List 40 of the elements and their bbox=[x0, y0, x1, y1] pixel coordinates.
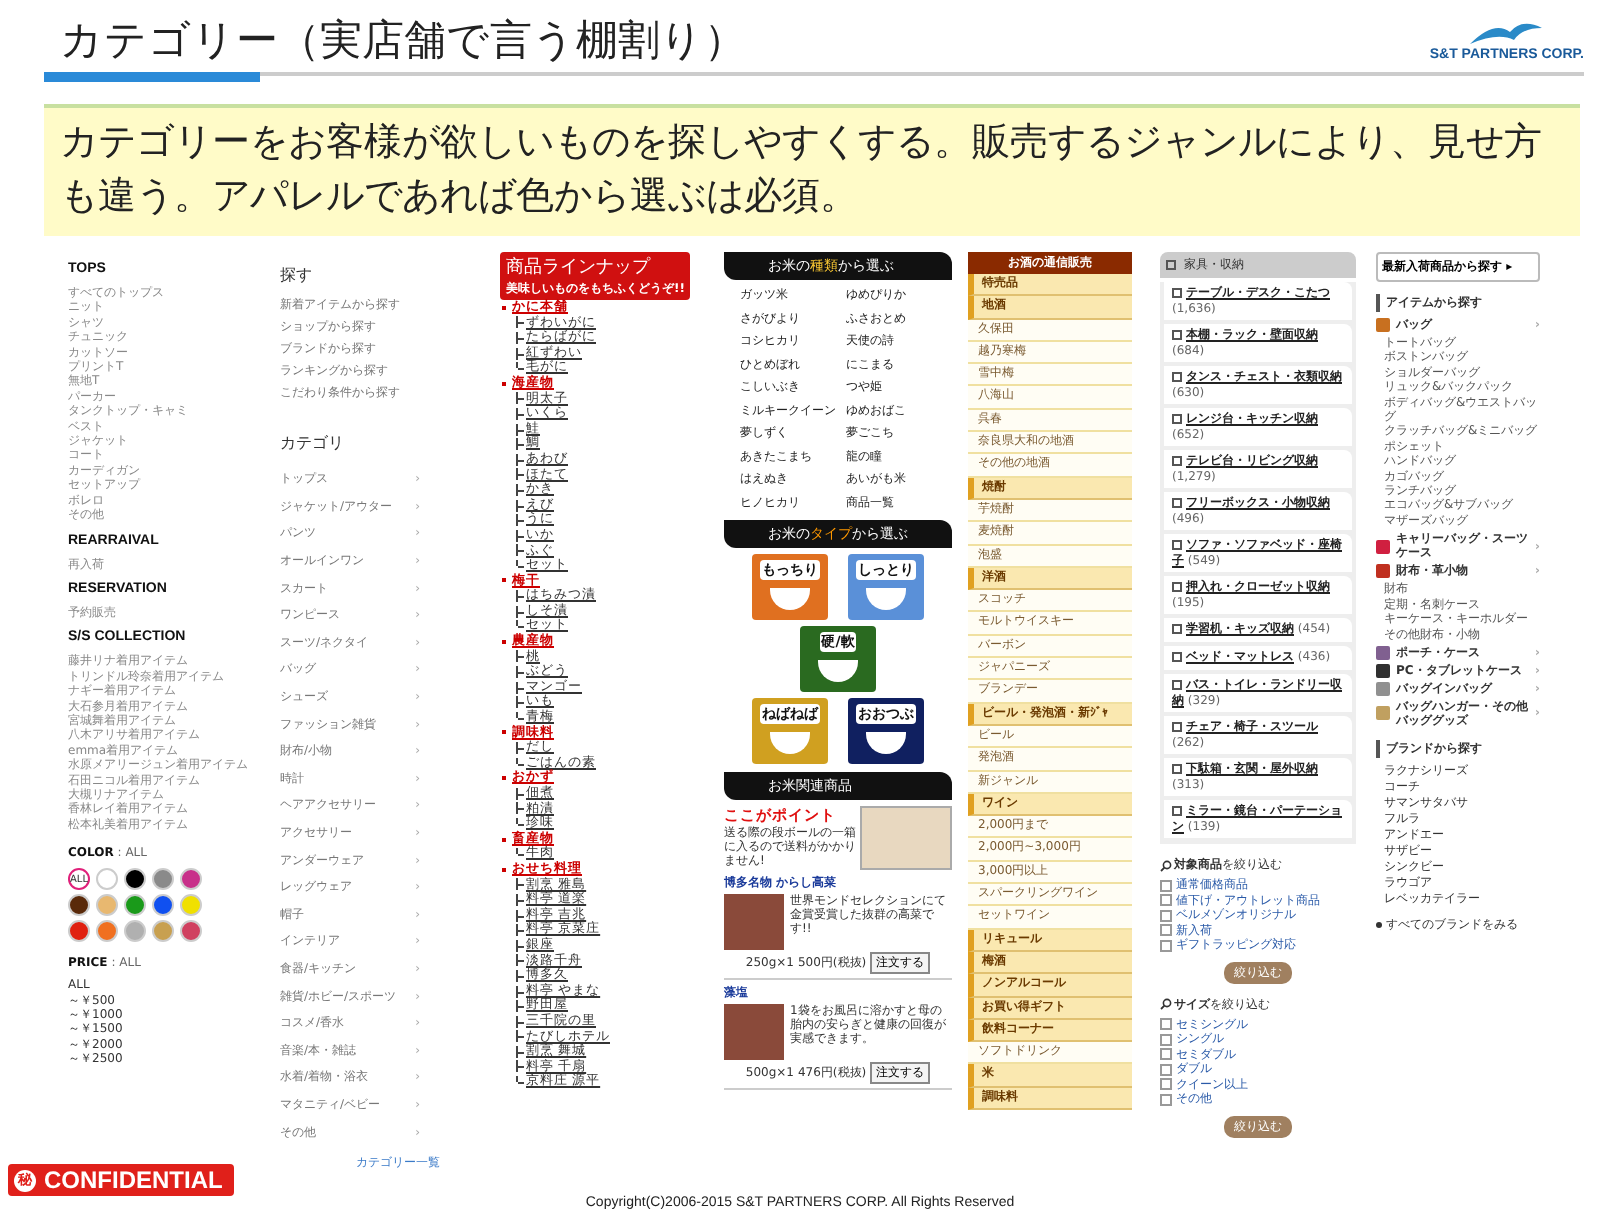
color-swatch[interactable] bbox=[68, 894, 90, 917]
search-icon bbox=[1160, 859, 1172, 871]
checkbox[interactable] bbox=[1160, 1093, 1172, 1106]
banner-title: 商品ラインナップ bbox=[506, 254, 653, 280]
checkbox[interactable] bbox=[1160, 1018, 1172, 1031]
tree-branch-icon bbox=[516, 848, 524, 855]
badge-text: CONFIDENTIAL bbox=[44, 1166, 223, 1194]
checkbox[interactable] bbox=[1160, 924, 1172, 937]
section-heading: 探す bbox=[280, 264, 314, 286]
color-swatch[interactable] bbox=[96, 894, 118, 917]
product-photo-placeholder bbox=[724, 893, 784, 949]
checkbox[interactable] bbox=[1160, 939, 1172, 952]
checkbox[interactable] bbox=[1160, 1063, 1172, 1076]
box-photo-placeholder bbox=[860, 805, 952, 869]
color-swatch[interactable] bbox=[180, 920, 202, 943]
lead-text: カテゴリーをお客様が欲しいものを探しやすくする。販売するジャンルにより、見せ方も違う。アパレルであれば色から選ぶは必須。 bbox=[44, 104, 1580, 236]
color-swatch[interactable] bbox=[180, 868, 202, 891]
color-swatch[interactable] bbox=[152, 894, 174, 917]
checkbox[interactable] bbox=[1160, 1033, 1172, 1046]
color-swatch[interactable] bbox=[124, 894, 146, 917]
color-swatch[interactable] bbox=[96, 920, 118, 943]
color-swatch[interactable] bbox=[96, 868, 118, 891]
color-swatch[interactable] bbox=[180, 894, 202, 917]
color-swatch[interactable] bbox=[124, 868, 146, 891]
checkbox[interactable] bbox=[1160, 879, 1172, 892]
bird-logo-icon bbox=[1466, 19, 1547, 47]
section-heading: カテゴリ bbox=[280, 432, 346, 454]
product-photo-placeholder bbox=[724, 1003, 784, 1059]
color-swatch[interactable] bbox=[124, 920, 146, 943]
color-swatch[interactable] bbox=[68, 920, 90, 943]
color-swatch[interactable] bbox=[152, 868, 174, 891]
checkbox[interactable] bbox=[1160, 909, 1172, 922]
slide-title: カテゴリー（実店舗で言う棚割り） bbox=[60, 14, 746, 68]
bullet-icon bbox=[1376, 921, 1382, 928]
checkbox[interactable] bbox=[1160, 1078, 1172, 1091]
square-bullet-icon bbox=[1166, 260, 1176, 270]
checkbox[interactable] bbox=[1160, 1048, 1172, 1061]
color-swatch[interactable] bbox=[152, 920, 174, 943]
search-icon bbox=[1160, 998, 1172, 1010]
checkbox[interactable] bbox=[1160, 894, 1172, 907]
